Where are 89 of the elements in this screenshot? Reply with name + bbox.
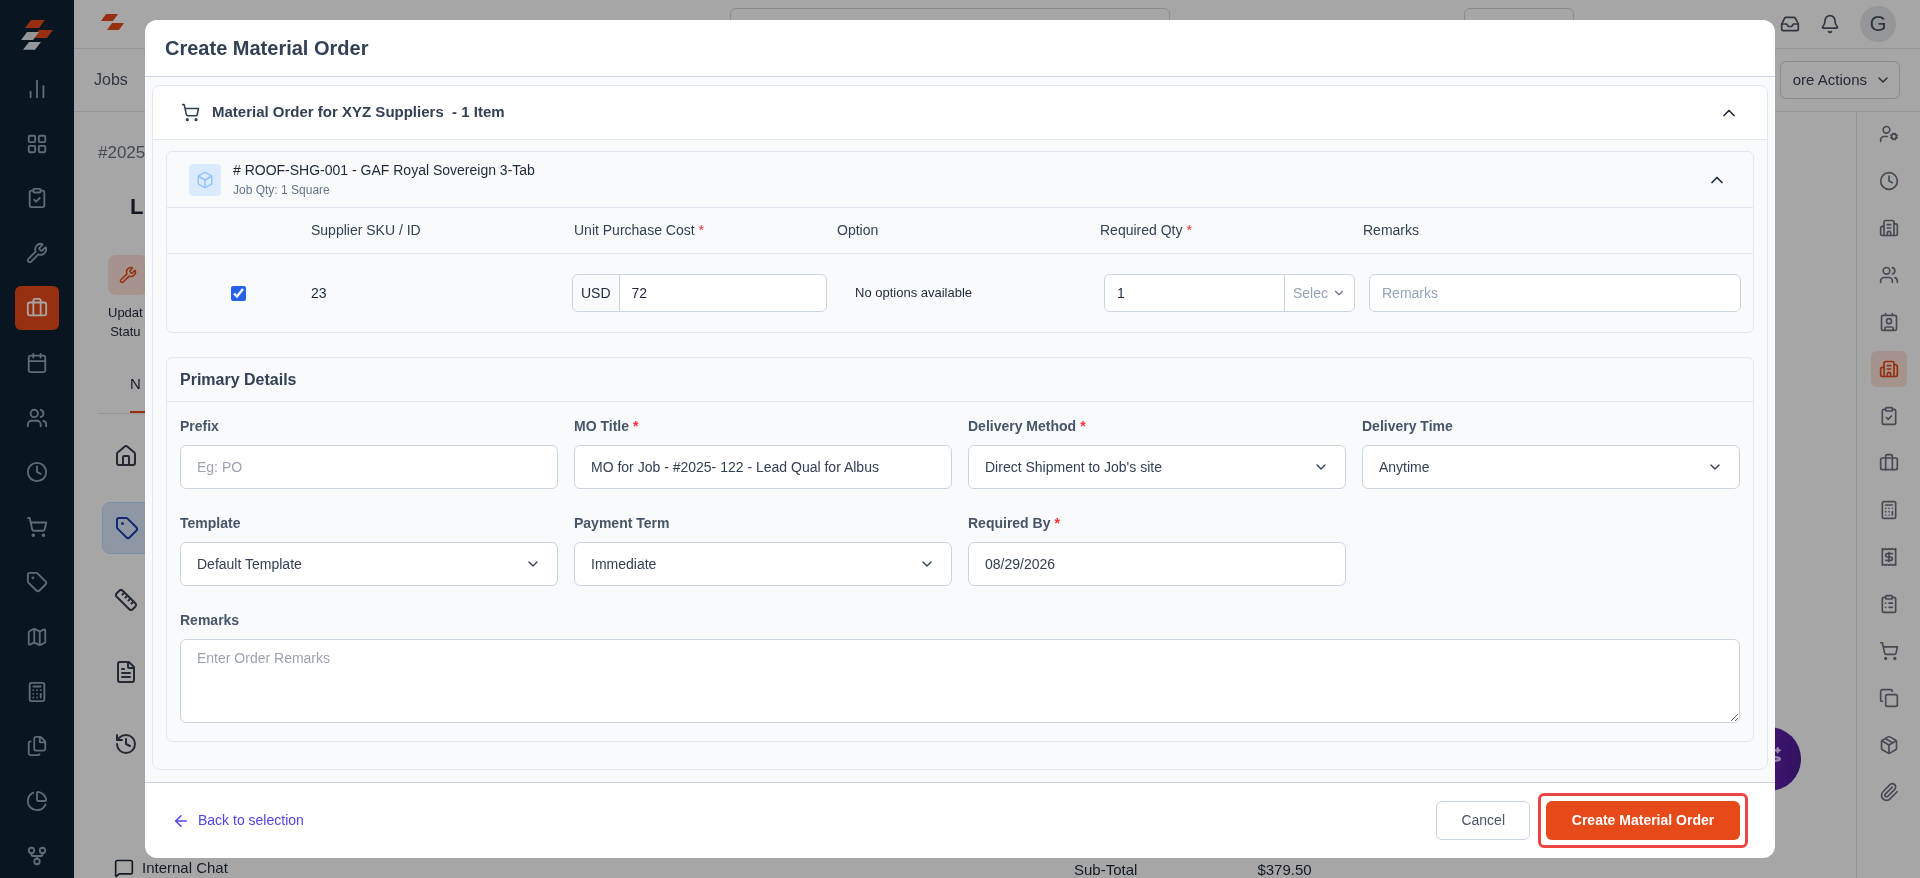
ruler-icon <box>114 588 138 612</box>
briefcase-icon <box>1878 453 1899 473</box>
tag-icon <box>115 516 139 540</box>
item-subtitle: Job Qty: 1 Square <box>233 182 331 199</box>
clock-icon <box>1878 171 1899 191</box>
text-field[interactable]: 08/29/2026 <box>968 542 1346 586</box>
job-number: #2025 <box>98 142 146 164</box>
back-link[interactable]: Back to selection <box>172 810 304 831</box>
cart-icon <box>181 103 200 122</box>
create-order-button[interactable]: Create Material Order <box>1546 801 1740 840</box>
field-label: Prefix <box>180 417 219 436</box>
cart-icon <box>1878 641 1899 661</box>
column-header: Unit Purchase Cost <box>574 221 695 240</box>
select-field[interactable]: Immediate <box>574 542 952 586</box>
cost-field[interactable]: USD 72 <box>572 274 827 312</box>
modal-title: Create Material Order <box>165 36 369 61</box>
breadcrumb[interactable]: Jobs <box>94 67 128 92</box>
document-icon <box>114 660 138 684</box>
subtotal-label: Sub-Total <box>1074 862 1138 878</box>
required-mark: * <box>632 417 639 436</box>
field-label: Required By <box>968 514 1051 533</box>
rail-item[interactable] <box>1870 351 1907 387</box>
cart-icon <box>26 516 48 539</box>
building-icon <box>1878 218 1899 238</box>
calculator-icon <box>26 680 48 703</box>
text-field[interactable]: Eg: PO <box>180 445 558 489</box>
select-field[interactable]: Anytime <box>1362 445 1740 489</box>
chat-icon <box>114 858 134 878</box>
column-header: Remarks <box>1363 221 1419 240</box>
paperclip-icon <box>1878 782 1899 802</box>
update-status-button[interactable] <box>108 254 148 295</box>
qty-value: 1 <box>1116 283 1126 303</box>
select-field[interactable]: Direct Shipment to Job's site <box>968 445 1346 489</box>
select-field[interactable]: Default Template <box>180 542 558 586</box>
field-label: Payment Term <box>574 514 670 533</box>
bell-icon[interactable] <box>1820 13 1840 34</box>
qty-field[interactable]: 1 Selec <box>1104 274 1355 312</box>
supplier-title: Material Order for XYZ Suppliers - 1 Item <box>212 102 505 123</box>
required-mark: * <box>1186 221 1192 240</box>
field-label: MO Title <box>574 417 629 436</box>
tag-icon <box>26 571 48 594</box>
column-header: Option <box>837 221 879 240</box>
calendar-icon <box>26 351 48 374</box>
field-label: Template <box>180 514 241 533</box>
update-status-label: Updat Statu <box>108 303 143 341</box>
field-label: Remarks <box>180 611 240 630</box>
more-actions-button[interactable]: ore Actions <box>1779 60 1900 99</box>
package-icon <box>1878 735 1899 755</box>
box-icon <box>196 170 214 189</box>
clipboard-icon <box>26 187 48 210</box>
field-label: Delivery Method <box>968 417 1077 436</box>
sidebar-item[interactable] <box>15 286 59 330</box>
files-icon <box>26 735 48 758</box>
grid-icon <box>26 132 48 155</box>
nav-item[interactable]: Internal Chat <box>142 859 228 877</box>
field-label: Delivery Time <box>1362 417 1453 436</box>
subtotal-value: $379.50 <box>1257 862 1312 878</box>
cost-value: 72 <box>630 283 649 303</box>
fork-icon <box>26 845 48 868</box>
briefcase-icon <box>26 297 48 319</box>
home-icon <box>114 444 138 468</box>
map-icon <box>26 625 48 648</box>
users-icon <box>26 406 48 429</box>
column-header: Required Qty <box>1100 221 1183 240</box>
row-checkbox[interactable] <box>230 285 246 301</box>
avatar[interactable]: G <box>1860 5 1896 42</box>
required-mark: * <box>1080 417 1086 436</box>
tools-icon <box>26 242 48 265</box>
remarks-field[interactable]: Remarks <box>1369 274 1741 312</box>
user-settings-icon <box>1878 124 1899 144</box>
history-icon <box>114 732 138 756</box>
item-title: # ROOF-SHG-001 - GAF Royal Sovereign 3-Tab <box>233 161 535 180</box>
copy-icon <box>1878 688 1899 708</box>
users-icon <box>1878 265 1899 285</box>
remarks-field[interactable]: Enter Order Remarks <box>180 639 1740 723</box>
section-title: Primary Details <box>180 369 297 390</box>
required-mark: * <box>1054 514 1060 533</box>
building-icon <box>1878 359 1899 379</box>
clock-icon <box>26 461 48 484</box>
option-text: No options available <box>854 284 973 303</box>
required-mark: * <box>698 221 705 240</box>
job-title: L <box>130 192 144 221</box>
contact-icon <box>1878 312 1899 332</box>
column-header: Supplier SKU / ID <box>311 221 421 240</box>
text-field[interactable]: MO for Job - #2025- 122 - Lead Qual for Albus <box>574 445 952 489</box>
cancel-button[interactable]: Cancel <box>1436 801 1530 840</box>
pie-chart-icon <box>26 790 48 813</box>
sku-cell-text: 23 <box>310 283 328 303</box>
currency-label: USD <box>573 275 620 311</box>
